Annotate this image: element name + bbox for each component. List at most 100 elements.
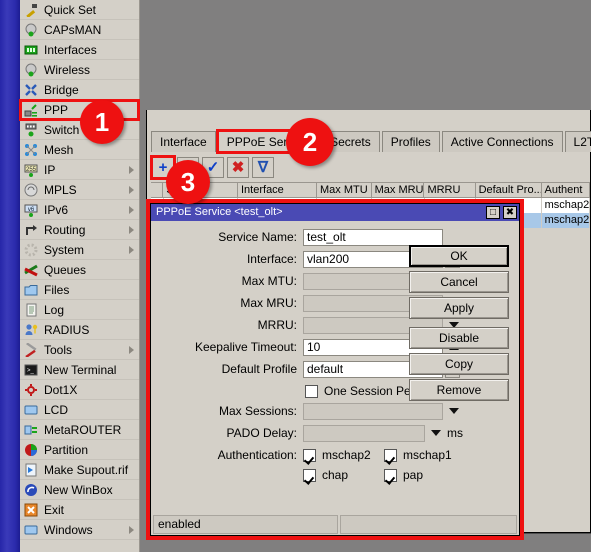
ip-icon: 255: [24, 163, 38, 177]
winbox-icon: [24, 483, 38, 497]
sidebar-item-ipv6[interactable]: v6 IPv6: [20, 200, 139, 220]
sidebar-item-new-winbox[interactable]: New WinBox: [20, 480, 139, 500]
auth-mschap1-checkbox[interactable]: [384, 448, 397, 462]
sidebar-item-label: RADIUS: [44, 323, 90, 337]
ok-button[interactable]: OK: [409, 245, 509, 267]
sidebar-item-lcd[interactable]: LCD: [20, 400, 139, 420]
status-right: [340, 515, 517, 534]
sidebar-item-label: Wireless: [44, 63, 91, 77]
auth-pap-label: pap: [403, 468, 424, 482]
sidebar-item-log[interactable]: Log: [20, 300, 139, 320]
dialog-button-column: OK Cancel Apply Disable Copy Remove: [409, 245, 509, 405]
sidebar-item-label: IPv6: [44, 203, 69, 217]
disable-button[interactable]: ✖: [227, 156, 249, 178]
filter-button[interactable]: ∇: [252, 156, 274, 178]
pppoe-service-dialog: PPPoE Service <test_olt> □ ✖ Service Name…: [146, 199, 524, 540]
sidebar-item-metarouter[interactable]: MetaROUTER: [20, 420, 139, 440]
sidebar-item-ip[interactable]: 255 IP: [20, 160, 139, 180]
sidebar-item-mesh[interactable]: Mesh: [20, 140, 139, 160]
service-name-label: Service Name:: [218, 230, 297, 244]
sidebar-item-make-supout-rif[interactable]: Make Supout.rif: [20, 460, 139, 480]
table-header-row: S... N...InterfaceMax MTUMax MRUMRRUDefa…: [151, 182, 590, 198]
one-session-per-host-checkbox[interactable]: [305, 384, 318, 398]
column-header[interactable]: Authent: [541, 182, 590, 198]
sidebar-item-label: Log: [44, 303, 65, 317]
column-header[interactable]: MRRU: [424, 182, 476, 198]
sidebar-item-interfaces[interactable]: Interfaces: [20, 40, 139, 60]
exit-icon: [24, 503, 38, 517]
sidebar-item-label: CAPsMAN: [44, 23, 102, 37]
column-header[interactable]: Max MRU: [371, 182, 425, 198]
sidebar-item-queues[interactable]: Queues: [20, 260, 139, 280]
maximize-button[interactable]: □: [486, 206, 500, 219]
sidebar-item-partition[interactable]: Partition: [20, 440, 139, 460]
service-name-input[interactable]: test_olt: [303, 228, 443, 246]
main-menu-sidebar: Quick Set CAPsMAN Interfaces Wireless Bridge…: [19, 0, 140, 552]
sidebar-item-tools[interactable]: Tools: [20, 340, 139, 360]
svg-text:255: 255: [26, 167, 37, 173]
auth-mschap1-label: mschap1: [403, 448, 452, 462]
interface-icon: [24, 43, 38, 57]
sidebar-item-dot1x[interactable]: Dot1X: [20, 380, 139, 400]
status-left: enabled: [153, 515, 338, 534]
submenu-arrow-icon: [129, 226, 134, 234]
auth-mschap2-checkbox[interactable]: [303, 448, 316, 462]
submenu-arrow-icon: [129, 206, 134, 214]
sidebar-item-label: System: [44, 243, 85, 257]
pado-delay-label: PADO Delay:: [226, 426, 297, 440]
ipv6-icon: v6: [24, 203, 38, 217]
tab-interface[interactable]: Interface: [151, 131, 216, 152]
close-button[interactable]: ✖: [503, 206, 517, 219]
sidebar-item-mpls[interactable]: MPLS: [20, 180, 139, 200]
remove-button[interactable]: Remove: [409, 379, 509, 401]
sidebar-item-files[interactable]: Files: [20, 280, 139, 300]
sidebar-item-new-terminal[interactable]: >_ New Terminal: [20, 360, 139, 380]
cancel-button[interactable]: Cancel: [409, 271, 509, 293]
copy-button[interactable]: Copy: [409, 353, 509, 375]
sidebar-item-capsman[interactable]: CAPsMAN: [20, 20, 139, 40]
sidebar-item-label: New Terminal: [44, 363, 117, 377]
folder-icon: [24, 283, 38, 297]
dialog-title: PPPoE Service <test_olt>: [156, 206, 283, 218]
mrru-label: MRRU:: [257, 318, 297, 332]
sidebar-item-label: New WinBox: [44, 483, 113, 497]
auth-chap-checkbox[interactable]: [303, 468, 316, 482]
sidebar-item-label: PPP: [44, 103, 69, 117]
auth-pap-checkbox[interactable]: [384, 468, 397, 482]
sidebar-item-quick-set[interactable]: Quick Set: [20, 0, 139, 20]
authentication-row-1: chap pap: [151, 465, 519, 485]
sidebar-item-label: MPLS: [44, 183, 77, 197]
column-header[interactable]: Max MTU: [317, 182, 372, 198]
dropdown-arrow-icon[interactable]: [449, 408, 459, 414]
sidebar-item-label: Files: [44, 283, 70, 297]
pado-delay-input[interactable]: [303, 424, 425, 442]
supout-icon: [24, 463, 38, 477]
column-header[interactable]: Default Pro...: [475, 182, 542, 198]
antenna-icon: [24, 23, 38, 37]
wand-icon: [24, 3, 38, 19]
dropdown-arrow-icon[interactable]: [431, 430, 441, 436]
column-header[interactable]: Interface: [238, 182, 318, 198]
sidebar-item-exit[interactable]: Exit: [20, 500, 139, 520]
tab-l2tp-secrets[interactable]: L2TP Secrets: [564, 131, 591, 152]
sidebar-item-windows[interactable]: Windows: [20, 520, 139, 540]
field-row-pado-delay: PADO Delay: ms: [151, 423, 519, 443]
sidebar-item-label: MetaROUTER: [44, 423, 122, 437]
apply-button[interactable]: Apply: [409, 297, 509, 319]
sidebar-item-label: Queues: [44, 263, 87, 277]
sidebar-item-wireless[interactable]: Wireless: [20, 60, 139, 80]
disable-button[interactable]: Disable: [409, 327, 509, 349]
metarouter-icon: [24, 423, 38, 437]
tab-active-connections[interactable]: Active Connections: [441, 131, 563, 152]
tab-profiles[interactable]: Profiles: [381, 131, 440, 152]
sidebar-item-radius[interactable]: RADIUS: [20, 320, 139, 340]
dialog-status-bar: enabled: [153, 515, 517, 534]
max-sessions-input[interactable]: [303, 402, 443, 420]
tools-icon: [24, 342, 38, 359]
sidebar-item-bridge[interactable]: Bridge: [20, 80, 139, 100]
sidebar-item-system[interactable]: System: [20, 240, 139, 260]
sidebar-item-routing[interactable]: Routing: [20, 220, 139, 240]
column-header[interactable]: [151, 182, 164, 198]
sidebar-item-label: Dot1X: [44, 383, 78, 397]
monitor-icon: [24, 403, 38, 417]
